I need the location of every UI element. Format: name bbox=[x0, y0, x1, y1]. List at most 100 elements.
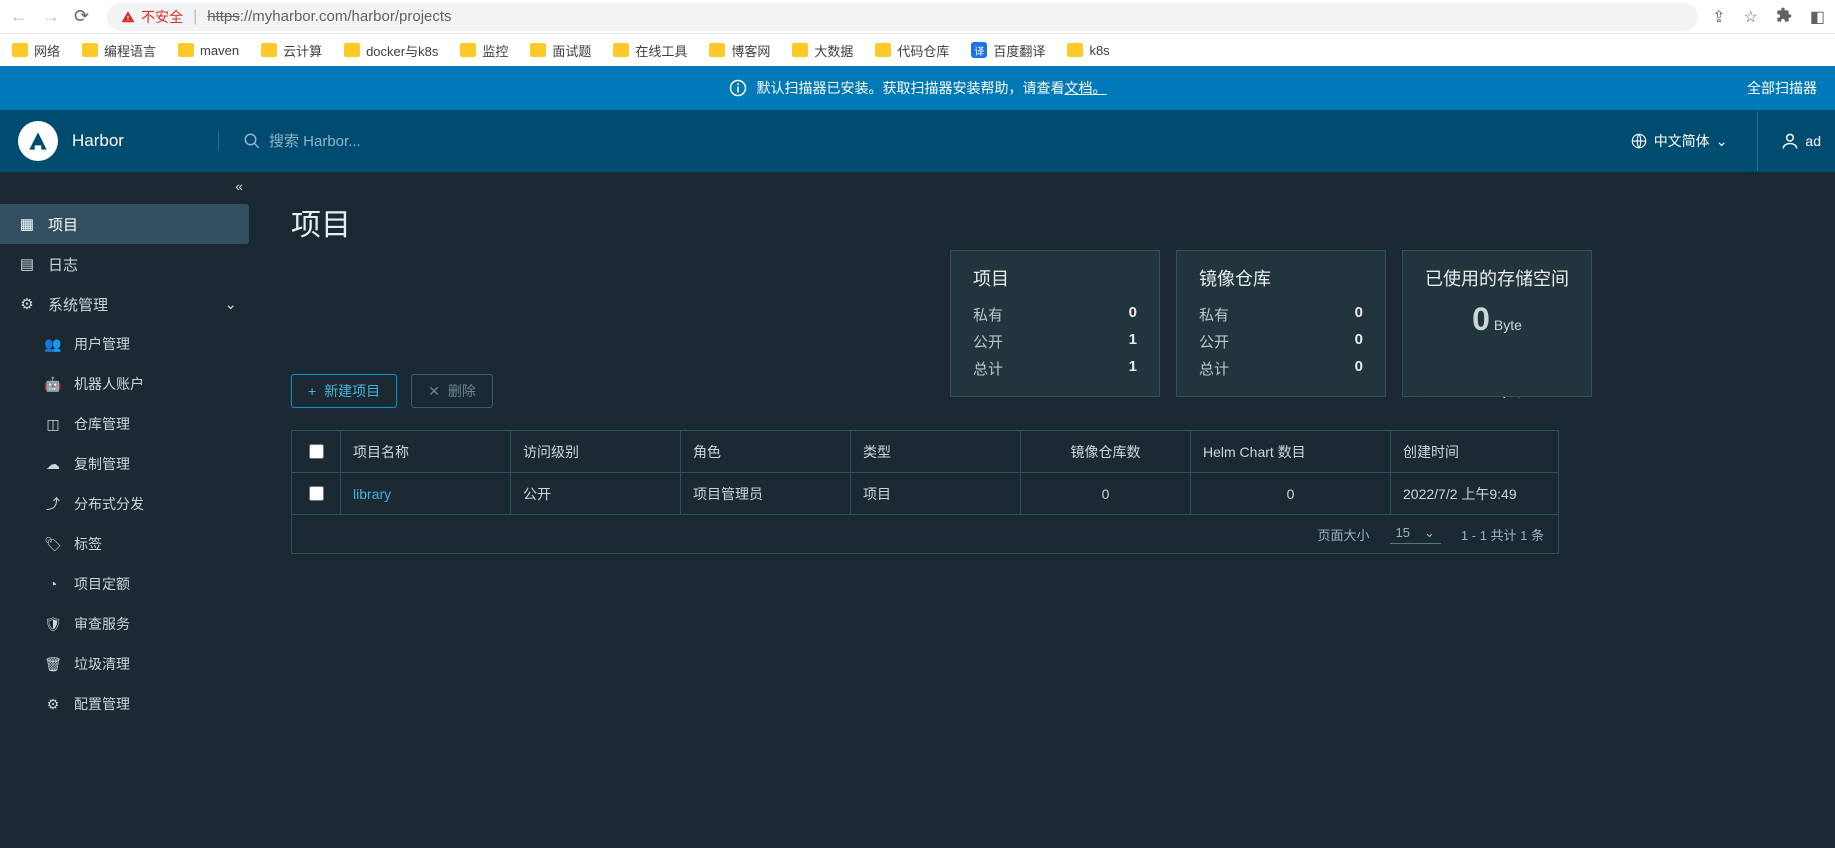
sidebar-item-label: 日志 bbox=[48, 254, 78, 275]
sidebar-item-label: 项目 bbox=[48, 214, 78, 235]
table-row[interactable]: library 公开 项目管理员 项目 0 0 2022/7/2 上午9:49 bbox=[292, 473, 1558, 515]
col-time[interactable]: 创建时间 bbox=[1390, 431, 1558, 472]
sidebar-item-users[interactable]: 👥用户管理 bbox=[0, 324, 255, 364]
sidebar-item-label: 标签 bbox=[74, 534, 102, 554]
sidebar-item-quotas[interactable]: ◔ 项目定额 bbox=[0, 564, 255, 604]
gear-icon: ⚙ bbox=[44, 696, 62, 713]
language-label: 中文简体 bbox=[1654, 131, 1710, 151]
select-all-checkbox[interactable] bbox=[309, 444, 324, 459]
sidebar-item-registries[interactable]: ◫仓库管理 bbox=[0, 404, 255, 444]
sidebar-item-gc[interactable]: 🗑垃圾清理 bbox=[0, 644, 255, 684]
bookmark-item[interactable]: 云计算 bbox=[261, 41, 322, 60]
bookmark-item[interactable]: 监控 bbox=[460, 41, 508, 60]
bookmark-item[interactable]: 网络 bbox=[12, 41, 60, 60]
col-role[interactable]: 角色 bbox=[680, 431, 850, 472]
info-banner: 默认扫描器已安装。获取扫描器安装帮助，请查看 文档。 全部扫描器 bbox=[0, 66, 1835, 110]
folder-icon bbox=[709, 43, 725, 57]
shield-icon: 🛡 bbox=[44, 616, 62, 633]
user-label: ad bbox=[1805, 133, 1821, 149]
row-checkbox[interactable] bbox=[309, 486, 324, 501]
user-icon bbox=[1780, 131, 1800, 151]
reload-icon[interactable]: ⟳ bbox=[74, 6, 89, 27]
cell-role: 项目管理员 bbox=[680, 473, 850, 514]
sidebar-item-label: 分布式分发 bbox=[74, 494, 144, 514]
storage-unit: Byte bbox=[1494, 317, 1522, 333]
banner-all-scanners-link[interactable]: 全部扫描器 bbox=[1747, 78, 1817, 98]
sidebar-item-projects[interactable]: ▦ 项目 bbox=[0, 204, 249, 244]
sidebar: « ▦ 项目 ▤ 日志 ⚙ 系统管理 ⌄ 👥用户管理 🤖机器人账户 ◫仓库管理 … bbox=[0, 172, 255, 848]
translate-icon: 译 bbox=[971, 42, 987, 58]
trash-icon: 🗑 bbox=[44, 656, 62, 673]
bookmark-item[interactable]: 在线工具 bbox=[613, 41, 687, 60]
extensions-icon[interactable] bbox=[1776, 7, 1792, 27]
folder-icon bbox=[875, 43, 891, 57]
global-search[interactable] bbox=[218, 132, 1630, 150]
bookmark-item[interactable]: 译百度翻译 bbox=[971, 41, 1045, 60]
col-type[interactable]: 类型 bbox=[850, 431, 1020, 472]
app-header: Harbor 中文简体 ⌄ ad bbox=[0, 110, 1835, 172]
back-icon[interactable]: ← bbox=[10, 6, 28, 27]
project-name-link[interactable]: library bbox=[340, 473, 510, 514]
bookmarks-bar: 网络 编程语言 maven 云计算 docker与k8s 监控 面试题 在线工具… bbox=[0, 34, 1835, 66]
share-icon[interactable]: ⇪ bbox=[1712, 7, 1725, 27]
folder-icon bbox=[530, 43, 546, 57]
page-size-selector[interactable]: 15⌄ bbox=[1390, 525, 1441, 544]
sidebar-item-logs[interactable]: ▤ 日志 bbox=[0, 244, 255, 284]
page-size-label: 页面大小 bbox=[1318, 525, 1370, 544]
bookmark-item[interactable]: k8s bbox=[1067, 43, 1109, 58]
close-icon: ✕ bbox=[428, 383, 440, 400]
sidebar-item-labels[interactable]: 🏷标签 bbox=[0, 524, 255, 564]
star-icon[interactable]: ☆ bbox=[1744, 7, 1758, 27]
bookmark-item[interactable]: 面试题 bbox=[530, 41, 591, 60]
folder-icon bbox=[178, 43, 194, 57]
browser-toolbar: ← → ⟳ 不安全 | https://myharbor.com/harbor/… bbox=[0, 0, 1835, 34]
bookmark-item[interactable]: docker与k8s bbox=[344, 41, 438, 60]
bookmark-item[interactable]: 代码仓库 bbox=[875, 41, 949, 60]
sidebar-item-label: 系统管理 bbox=[48, 294, 108, 315]
delete-button[interactable]: ✕ 删除 bbox=[411, 374, 493, 408]
plus-icon: + bbox=[308, 383, 316, 399]
quota-icon: ◔ bbox=[44, 576, 62, 592]
users-icon: 👥 bbox=[44, 336, 62, 353]
col-name[interactable]: 项目名称 bbox=[340, 431, 510, 472]
folder-icon bbox=[82, 43, 98, 57]
user-menu[interactable]: ad bbox=[1757, 111, 1821, 171]
url-text: https://myharbor.com/harbor/projects bbox=[207, 8, 451, 25]
search-input[interactable] bbox=[269, 133, 569, 150]
bookmark-item[interactable]: maven bbox=[178, 43, 239, 58]
sidebar-item-admin[interactable]: ⚙ 系统管理 ⌄ bbox=[0, 284, 255, 324]
folder-icon bbox=[261, 43, 277, 57]
col-repo[interactable]: 镜像仓库数 bbox=[1020, 431, 1190, 472]
account-icon[interactable]: ◧ bbox=[1810, 7, 1825, 27]
sidebar-item-interrogation[interactable]: 🛡审查服务 bbox=[0, 604, 255, 644]
address-bar[interactable]: 不安全 | https://myharbor.com/harbor/projec… bbox=[107, 3, 1698, 31]
folder-icon bbox=[1067, 43, 1083, 57]
stat-card-repos: 镜像仓库 私有0 公开0 总计0 bbox=[1176, 250, 1386, 397]
cloud-icon: ☁ bbox=[44, 456, 62, 473]
page-info: 1 - 1 共计 1 条 bbox=[1461, 525, 1544, 544]
sidebar-item-config[interactable]: ⚙配置管理 bbox=[0, 684, 255, 724]
banner-text: 默认扫描器已安装。获取扫描器安装帮助，请查看 bbox=[757, 78, 1065, 98]
language-selector[interactable]: 中文简体 ⌄ bbox=[1630, 131, 1728, 151]
bookmark-item[interactable]: 大数据 bbox=[792, 41, 853, 60]
bookmark-item[interactable]: 博客网 bbox=[709, 41, 770, 60]
sidebar-item-robot[interactable]: 🤖机器人账户 bbox=[0, 364, 255, 404]
stat-card-projects: 项目 私有0 公开1 总计1 bbox=[950, 250, 1160, 397]
banner-docs-link[interactable]: 文档。 bbox=[1065, 78, 1107, 98]
table-header: 项目名称 访问级别 角色 类型 镜像仓库数 Helm Chart 数目 创建时间 bbox=[292, 431, 1558, 473]
insecure-warning: 不安全 bbox=[121, 7, 183, 27]
sidebar-item-label: 项目定额 bbox=[74, 574, 130, 594]
sidebar-item-distribution[interactable]: ⤴分布式分发 bbox=[0, 484, 255, 524]
logo[interactable]: Harbor bbox=[18, 121, 218, 161]
bookmark-item[interactable]: 编程语言 bbox=[82, 41, 156, 60]
sidebar-item-label: 仓库管理 bbox=[74, 414, 130, 434]
new-project-button[interactable]: + 新建项目 bbox=[291, 374, 397, 408]
col-helm[interactable]: Helm Chart 数目 bbox=[1190, 431, 1390, 472]
folder-icon bbox=[613, 43, 629, 57]
globe-icon bbox=[1630, 132, 1648, 150]
projects-table: 项目名称 访问级别 角色 类型 镜像仓库数 Helm Chart 数目 创建时间… bbox=[291, 430, 1559, 554]
sidebar-item-replication[interactable]: ☁复制管理 bbox=[0, 444, 255, 484]
collapse-sidebar-icon[interactable]: « bbox=[235, 178, 243, 194]
forward-icon[interactable]: → bbox=[42, 6, 60, 27]
col-access[interactable]: 访问级别 bbox=[510, 431, 680, 472]
